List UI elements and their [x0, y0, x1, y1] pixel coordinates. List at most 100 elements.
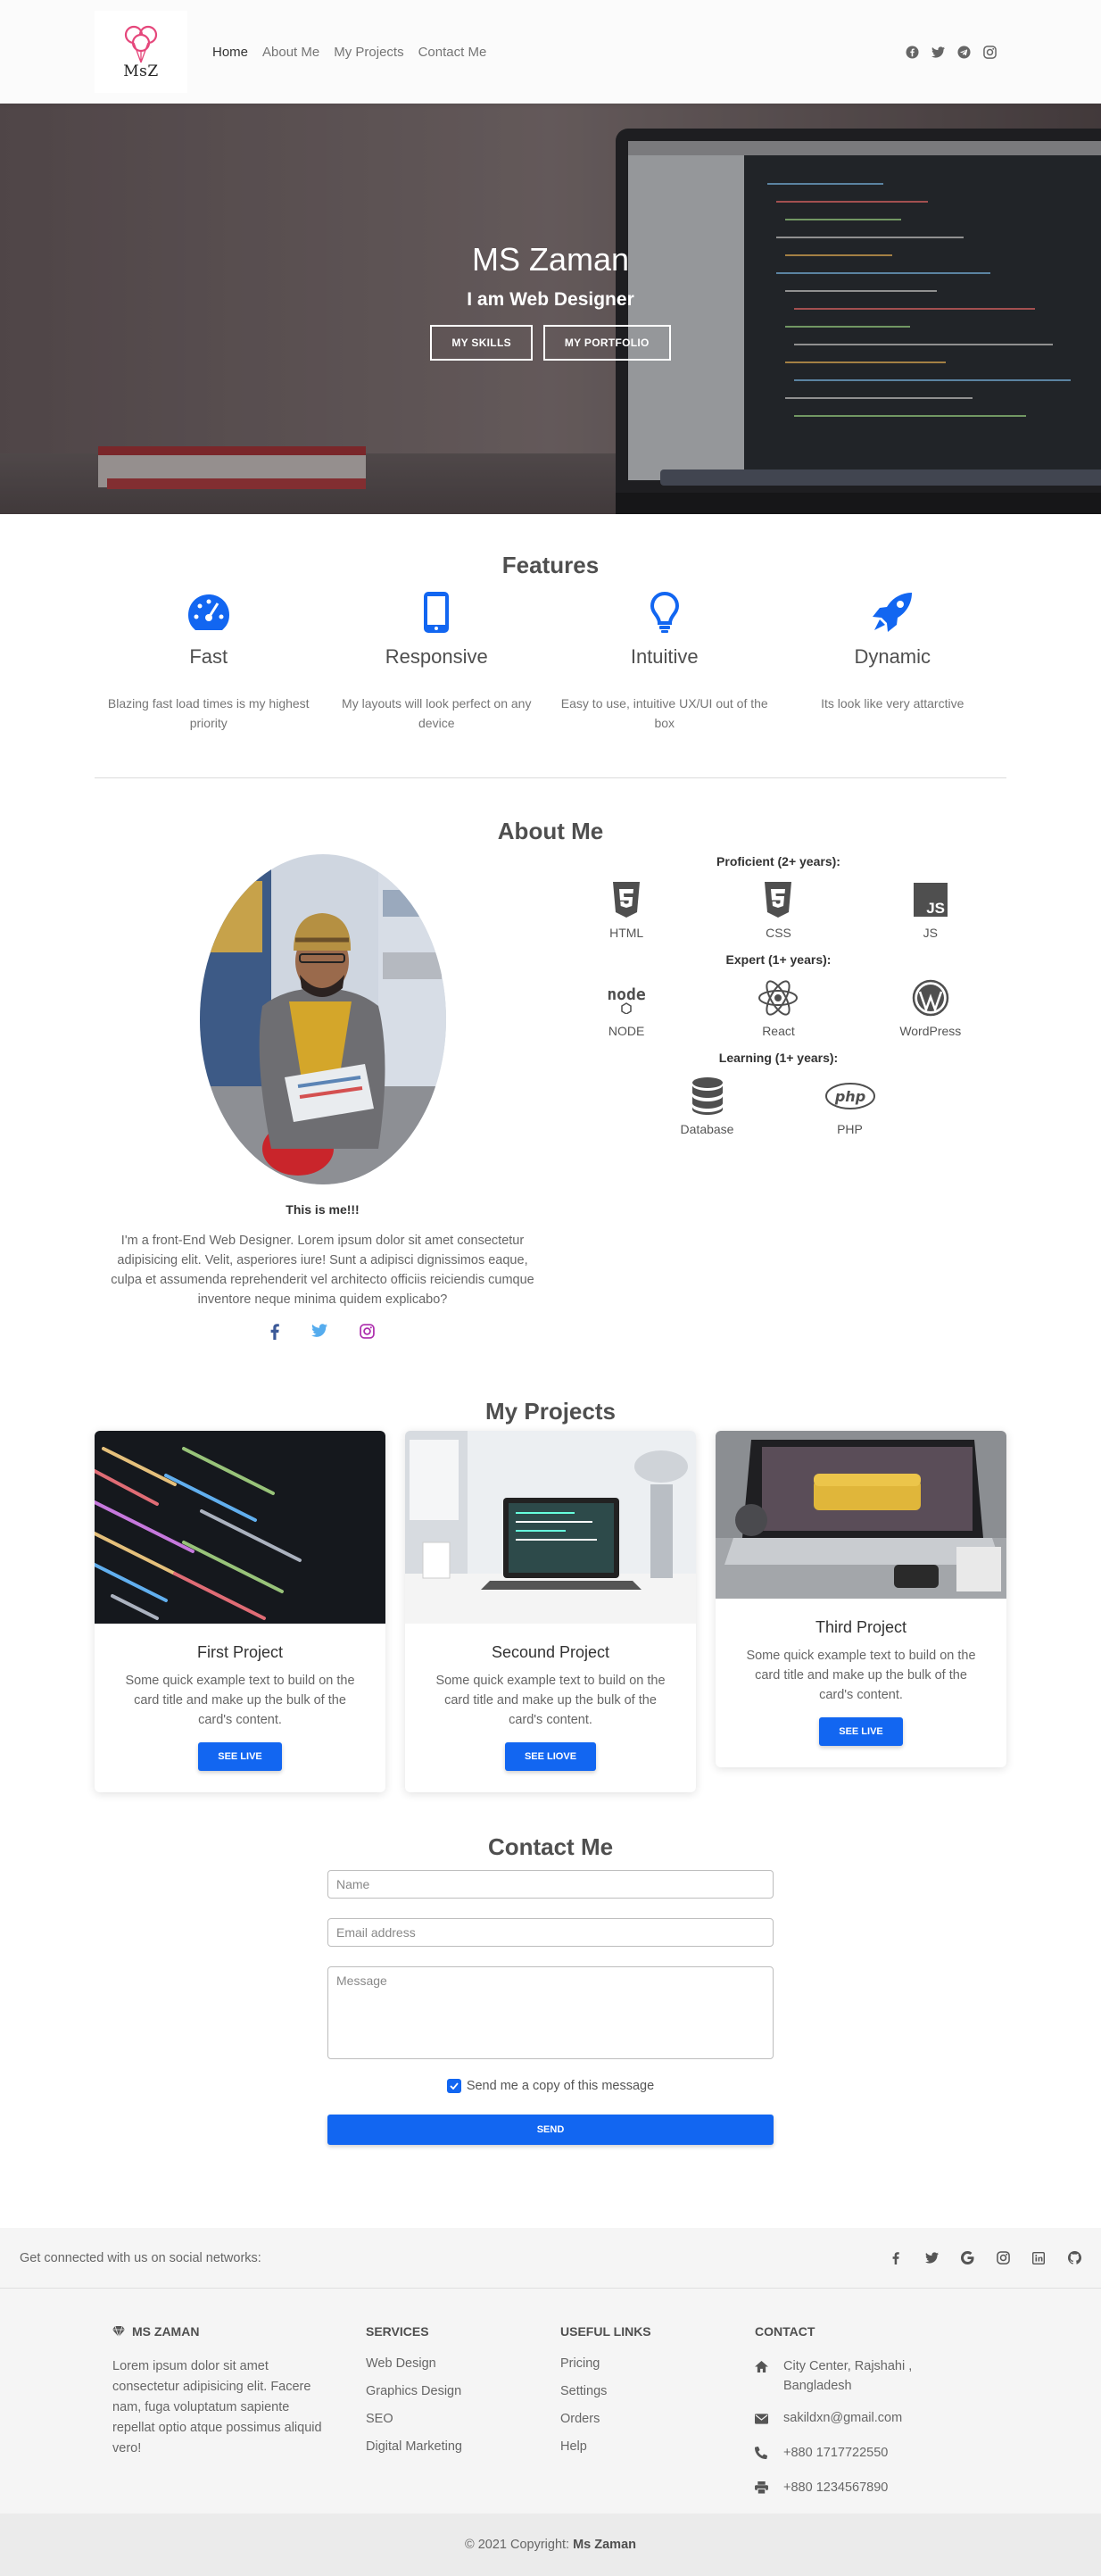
footer-contact-column: CONTACT City Center, Rajshahi , Banglade… — [755, 2324, 969, 2514]
section-divider — [95, 777, 1006, 778]
project-title: First Project — [196, 1643, 283, 1661]
footer-link[interactable]: Web Design — [366, 2356, 560, 2371]
footer-link[interactable]: Digital Marketing — [366, 2439, 560, 2454]
footer-address: City Center, Rajshahi , Bangladesh — [755, 2356, 969, 2396]
see-live-button[interactable]: SEE LIOVE — [504, 1742, 597, 1771]
footer-address-text: City Center, Rajshahi , Bangladesh — [783, 2359, 913, 2393]
instagram-icon[interactable] — [996, 2251, 1010, 2265]
project-card-body: First Project Some quick example text to… — [95, 1624, 385, 1792]
mobile-icon — [327, 588, 548, 636]
copyright-bar: © 2021 Copyright: Ms Zaman — [0, 2514, 1101, 2576]
logo-text: MsZ — [123, 62, 159, 80]
see-live-button[interactable]: SEE LIVE — [819, 1717, 903, 1746]
nav-link-about[interactable]: About Me — [262, 45, 319, 60]
feature-text: Easy to use, intuitive UX/UI out of the … — [560, 696, 768, 730]
feature-fast: Fast Blazing fast load times is my highe… — [95, 588, 323, 733]
skill-php: php PHP — [797, 1077, 904, 1136]
footer-fax: +880 1234567890 — [755, 2478, 969, 2500]
footer-brand-heading: MS ZAMAN — [112, 2324, 330, 2339]
feature-text: Its look like very attarctive — [821, 696, 964, 710]
github-icon[interactable] — [1067, 2251, 1081, 2265]
check-icon — [450, 2082, 459, 2090]
footer-columns: MS ZAMAN Lorem ipsum dolor sit amet cons… — [95, 2289, 1006, 2514]
nav-link-projects[interactable]: My Projects — [334, 45, 403, 60]
footer-services-heading: SERVICES — [366, 2324, 429, 2339]
send-button[interactable]: SEND — [327, 2115, 774, 2145]
css3-icon — [703, 881, 854, 918]
hero-section: MS Zaman I am Web Designer MY SKILLS MY … — [0, 104, 1101, 514]
message-textarea[interactable]: Message — [327, 1966, 774, 2059]
envelope-icon — [755, 2408, 769, 2431]
footer-phone-text: +880 1717722550 — [783, 2446, 889, 2460]
footer-email: sakildxn@gmail.com — [755, 2408, 969, 2431]
footer-link[interactable]: Graphics Design — [366, 2384, 560, 2398]
linkedin-icon[interactable] — [1031, 2251, 1046, 2265]
site-logo[interactable]: MsZ — [95, 11, 187, 93]
facebook-icon[interactable] — [889, 2251, 903, 2265]
skill-html: HTML — [551, 881, 702, 940]
lightbulb-icon — [554, 588, 775, 636]
twitter-icon[interactable] — [924, 2251, 939, 2265]
about-social-icons — [102, 1324, 543, 1344]
my-skills-button[interactable]: MY SKILLS — [430, 325, 533, 361]
feature-dynamic: Dynamic Its look like very attarctive — [779, 588, 1007, 733]
telegram-icon[interactable] — [956, 45, 972, 60]
skill-name: CSS — [766, 926, 791, 940]
footer-services-column: SERVICES Web Design Graphics Design SEO … — [366, 2324, 560, 2514]
footer-social-icons — [889, 2251, 1081, 2265]
profile-photo — [199, 854, 446, 1184]
hero-buttons: MY SKILLS MY PORTFOLIO — [0, 325, 1101, 361]
php-icon: php — [797, 1077, 904, 1115]
feature-title: Intuitive — [630, 645, 699, 668]
project-card: Secound Project Some quick example text … — [405, 1431, 696, 1792]
skill-group-label: Proficient (2+ years): — [716, 854, 840, 868]
skill-group-label: Learning (1+ years): — [718, 1051, 839, 1065]
copy-checkbox-row: Send me a copy of this message — [327, 2079, 774, 2093]
feature-intuitive: Intuitive Easy to use, intuitive UX/UI o… — [550, 588, 779, 733]
copyright-name[interactable]: Ms Zaman — [573, 2538, 636, 2552]
hero-title: MS Zaman — [471, 241, 630, 278]
footer-link[interactable]: Help — [560, 2439, 755, 2454]
email-input[interactable]: Email address — [327, 1918, 774, 1947]
footer-phone: +880 1717722550 — [755, 2443, 969, 2465]
nav-link-contact[interactable]: Contact Me — [418, 45, 487, 60]
features-section: Features Fast Blazing fast load times is… — [0, 514, 1101, 778]
footer-email-text[interactable]: sakildxn@gmail.com — [783, 2408, 902, 2431]
project-image — [716, 1431, 1006, 1599]
rocket-icon — [782, 588, 1004, 636]
copy-checkbox[interactable] — [446, 2079, 461, 2093]
footer-link[interactable]: SEO — [366, 2412, 560, 2426]
skill-wordpress: WordPress — [856, 979, 1006, 1038]
facebook-icon[interactable] — [905, 45, 920, 60]
name-input[interactable]: Name — [327, 1870, 774, 1899]
react-icon — [703, 979, 854, 1017]
footer-link[interactable]: Pricing — [560, 2356, 755, 2371]
navbar: MsZ Home About Me My Projects Contact Me — [0, 0, 1101, 104]
footer-brand-column: MS ZAMAN Lorem ipsum dolor sit amet cons… — [95, 2324, 366, 2514]
footer-link[interactable]: Settings — [560, 2384, 755, 2398]
phone-icon — [755, 2443, 769, 2465]
contact-form: Name Email address Message Send me a cop… — [327, 1870, 774, 2145]
svg-text:node: node — [607, 985, 646, 1004]
about-row: This is me!!! I'm a front-End Web Design… — [95, 854, 1006, 1344]
balloons-logo-icon — [124, 25, 158, 63]
google-icon[interactable] — [960, 2251, 974, 2265]
twitter-icon[interactable] — [311, 1324, 327, 1344]
footer-social-bar: Get connected with us on social networks… — [0, 2228, 1101, 2289]
contact-title: Contact Me — [487, 1833, 614, 1860]
copy-checkbox-label: Send me a copy of this message — [466, 2079, 655, 2093]
nav-link-home[interactable]: Home — [212, 45, 248, 60]
instagram-icon[interactable] — [982, 45, 998, 60]
facebook-icon[interactable] — [270, 1324, 279, 1344]
my-portfolio-button[interactable]: MY PORTFOLIO — [542, 325, 671, 361]
feature-text: Blazing fast load times is my highest pr… — [107, 696, 310, 730]
skill-database: Database — [654, 1077, 761, 1136]
project-text: Some quick example text to build on the … — [125, 1674, 355, 1727]
footer-link[interactable]: Orders — [560, 2412, 755, 2426]
svg-text:php: php — [833, 1088, 865, 1105]
see-live-button[interactable]: SEE LIVE — [198, 1742, 282, 1771]
instagram-icon[interactable] — [360, 1324, 375, 1344]
skill-group-label: Expert (1+ years): — [725, 952, 832, 967]
database-icon — [654, 1077, 761, 1115]
twitter-icon[interactable] — [931, 45, 946, 60]
